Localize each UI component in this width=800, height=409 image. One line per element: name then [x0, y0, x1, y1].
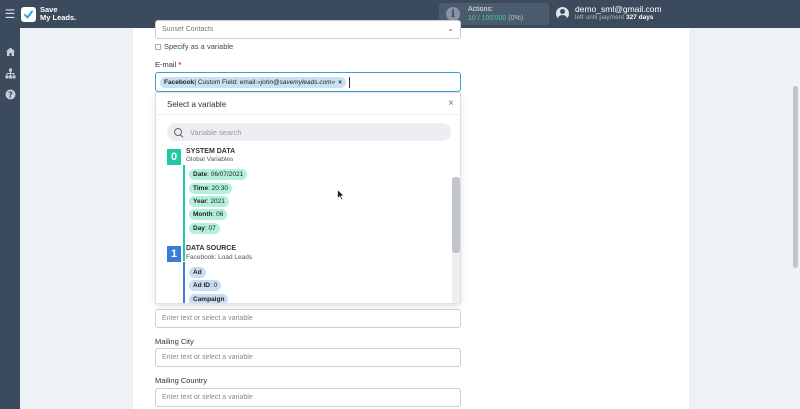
account-menu[interactable]: demo_sml@gmail.com left until payment 32… — [556, 4, 662, 22]
input-placeholder: Enter text or select a variable — [162, 354, 253, 361]
email-input[interactable]: Facebook | Custom Field: email: «john@sa… — [155, 72, 461, 92]
group-divider — [183, 165, 185, 261]
mailing-country-label: Mailing Country — [155, 376, 208, 385]
variable-dropdown: Select a variable × Variable search 0 SY… — [155, 92, 461, 304]
group-subtitle: Global Variables — [186, 156, 234, 163]
text-cursor — [349, 76, 351, 88]
group-number-badge: 0 — [167, 149, 181, 165]
mailing-city-label: Mailing City — [155, 337, 194, 346]
group-divider — [183, 262, 185, 303]
actions-label: Actions: — [468, 6, 493, 13]
remove-tag-icon[interactable]: × — [338, 79, 342, 86]
search-icon — [174, 127, 183, 137]
logo[interactable]: Save My Leads. — [21, 6, 76, 22]
dropdown-header: Select a variable × — [156, 93, 460, 115]
logo-text: Save My Leads. — [40, 5, 77, 22]
group-title: DATA SOURCE — [186, 245, 237, 252]
sidebar: ? — [0, 28, 20, 409]
variable-chip-month[interactable]: Month: 06 — [189, 209, 228, 220]
mouse-pointer-icon — [337, 188, 346, 206]
variable-chip-ad-id[interactable]: Ad ID: 0 — [189, 280, 222, 291]
info-icon: i — [446, 7, 460, 21]
text-input[interactable]: Enter text or select a variable — [155, 309, 461, 328]
variable-chip-day[interactable]: Day: 07 — [189, 223, 220, 234]
svg-text:?: ? — [8, 90, 13, 99]
variable-chip-campaign[interactable]: Campaign — [189, 294, 229, 303]
specify-variable-label: Specify as a variable — [164, 42, 234, 51]
close-icon[interactable]: × — [448, 98, 454, 109]
input-placeholder: Enter text or select a variable — [162, 394, 253, 401]
menu-icon[interactable]: ☰ — [0, 0, 20, 28]
dropdown-scrollbar[interactable] — [452, 177, 460, 303]
home-icon[interactable] — [4, 46, 16, 58]
variable-chip-time[interactable]: Time: 20:30 — [189, 183, 232, 194]
user-icon — [556, 6, 569, 20]
input-placeholder: Enter text or select a variable — [162, 315, 253, 322]
mailing-country-input[interactable]: Enter text or select a variable — [155, 388, 461, 407]
dropdown-title: Select a variable — [167, 100, 227, 109]
settings-panel: Sunset Contacts ⌄ Specify as a variable … — [133, 20, 689, 409]
group-title: SYSTEM DATA — [186, 148, 236, 155]
variable-chip-date[interactable]: Date: 06/07/2021 — [189, 169, 248, 180]
specify-variable-checkbox[interactable] — [155, 43, 161, 50]
help-icon[interactable]: ? — [4, 89, 16, 101]
chevron-down-icon: ⌄ — [447, 24, 454, 33]
select-value: Sunset Contacts — [162, 26, 214, 33]
variable-chip-ad[interactable]: Ad — [189, 267, 206, 278]
mailing-city-input[interactable]: Enter text or select a variable — [155, 348, 461, 367]
dropdown-scroll-thumb[interactable] — [452, 177, 460, 253]
actions-count: 10 / 100'000 (0%) — [468, 15, 524, 22]
email-variable-tag[interactable]: Facebook | Custom Field: email: «john@sa… — [160, 76, 347, 88]
specify-variable-option[interactable]: Specify as a variable — [155, 42, 233, 51]
search-placeholder: Variable search — [190, 127, 242, 137]
sitemap-icon[interactable] — [4, 68, 16, 80]
contact-list-select[interactable]: Sunset Contacts ⌄ — [155, 20, 461, 39]
logo-check-icon — [21, 6, 36, 22]
variable-search-input[interactable]: Variable search — [167, 123, 451, 141]
variable-chip-year[interactable]: Year: 2021 — [189, 196, 229, 207]
group-number-badge: 1 — [167, 246, 181, 262]
account-email: demo_sml@gmail.com — [575, 4, 662, 14]
email-label: E-mail * — [155, 60, 182, 69]
group-subtitle: Facebook: Load Leads — [186, 254, 253, 261]
payment-remaining: left until payment 327 days — [575, 14, 654, 21]
page-scrollbar[interactable] — [793, 86, 798, 268]
